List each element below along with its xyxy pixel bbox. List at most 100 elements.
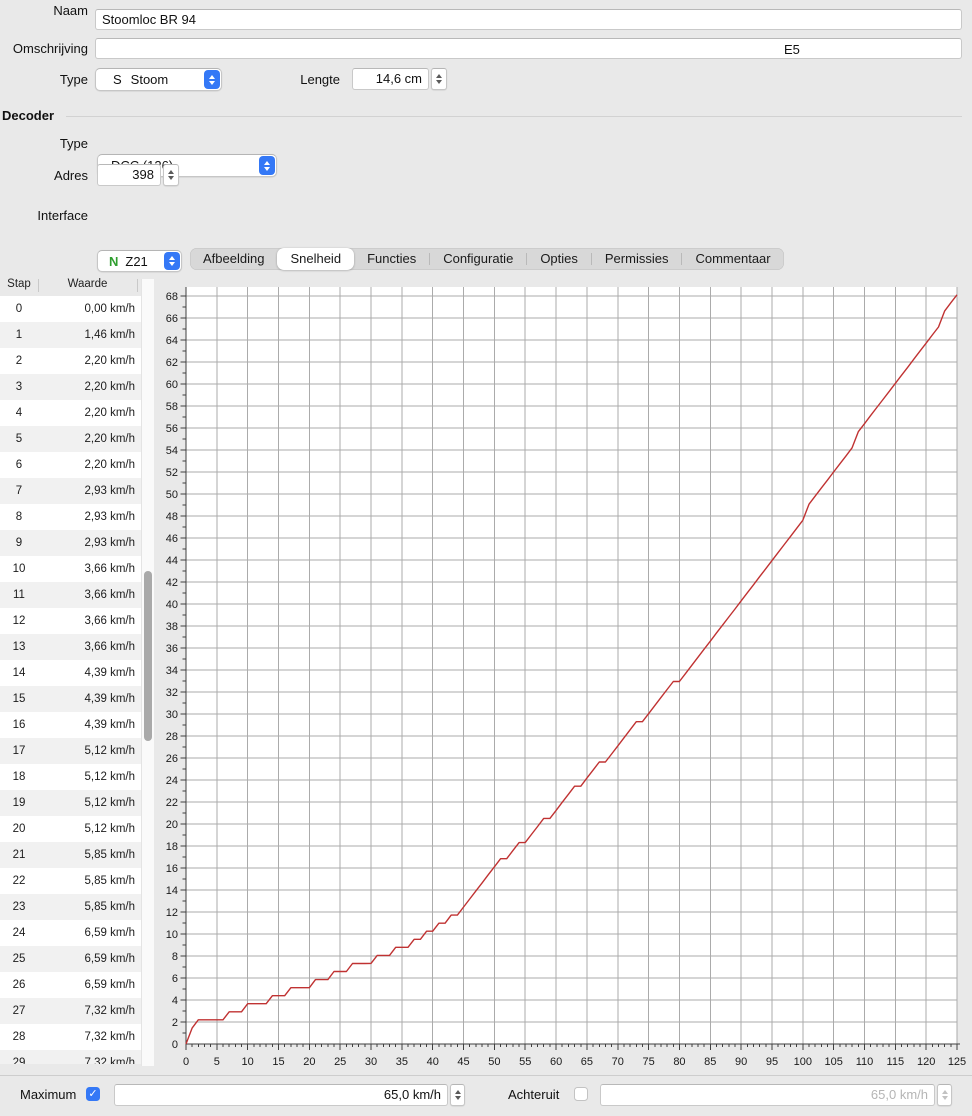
table-row[interactable]: 154,39 km/h: [0, 686, 141, 712]
table-row[interactable]: 185,12 km/h: [0, 764, 141, 790]
table-row[interactable]: 32,20 km/h: [0, 374, 141, 400]
achteruit-field: 65,0 km/h: [600, 1084, 935, 1106]
value-cell: 3,66 km/h: [38, 563, 141, 575]
maximum-label: Maximum: [20, 1087, 76, 1102]
lengte-label: Lengte: [262, 69, 340, 90]
lengte-field[interactable]: 14,6 cm: [352, 68, 429, 90]
naam-value: Stoomloc BR 94: [102, 12, 196, 27]
step-cell: 8: [0, 511, 38, 523]
step-cell: 7: [0, 485, 38, 497]
table-row[interactable]: 103,66 km/h: [0, 556, 141, 582]
decoder-type-label: Type: [0, 133, 88, 154]
table-row[interactable]: 164,39 km/h: [0, 712, 141, 738]
table-row[interactable]: 11,46 km/h: [0, 322, 141, 348]
stepper-down-icon: [436, 80, 442, 84]
interface-name: Z21: [118, 254, 147, 269]
table-row[interactable]: 225,85 km/h: [0, 868, 141, 894]
tab-afbeelding[interactable]: Afbeelding: [190, 248, 277, 270]
table-row[interactable]: 235,85 km/h: [0, 894, 141, 920]
omschrijving-value: E5: [784, 40, 800, 59]
speed-curve-chart[interactable]: 0246810121416182022242628303234363840424…: [160, 278, 972, 1075]
table-row[interactable]: 133,66 km/h: [0, 634, 141, 660]
interface-dropdown[interactable]: N Z21: [97, 250, 182, 272]
table-row[interactable]: 256,59 km/h: [0, 946, 141, 972]
step-cell: 29: [0, 1057, 38, 1064]
value-cell: 5,12 km/h: [38, 823, 141, 835]
value-cell: 6,59 km/h: [38, 979, 141, 991]
table-row[interactable]: 72,93 km/h: [0, 478, 141, 504]
decoder-divider: [66, 116, 962, 117]
naam-label: Naam: [0, 0, 88, 21]
lengte-stepper[interactable]: [431, 68, 447, 90]
svg-text:10: 10: [242, 1056, 254, 1068]
naam-field[interactable]: Stoomloc BR 94: [95, 9, 962, 30]
step-cell: 20: [0, 823, 38, 835]
tab-configuratie[interactable]: Configuratie: [430, 248, 526, 270]
step-cell: 11: [0, 589, 38, 601]
table-row[interactable]: 52,20 km/h: [0, 426, 141, 452]
value-cell: 2,93 km/h: [38, 511, 141, 523]
value-cell: 5,12 km/h: [38, 771, 141, 783]
table-scrollbar-thumb[interactable]: [144, 571, 152, 741]
table-row[interactable]: 277,32 km/h: [0, 998, 141, 1024]
table-row[interactable]: 123,66 km/h: [0, 608, 141, 634]
svg-text:14: 14: [166, 885, 178, 897]
table-row[interactable]: 113,66 km/h: [0, 582, 141, 608]
table-row[interactable]: 00,00 km/h: [0, 296, 141, 322]
step-cell: 14: [0, 667, 38, 679]
achteruit-checkbox[interactable]: [574, 1087, 588, 1101]
stepper-down-icon: [168, 176, 174, 180]
table-row[interactable]: 42,20 km/h: [0, 400, 141, 426]
loc-type-dropdown[interactable]: S Stoom: [95, 68, 222, 91]
table-row[interactable]: 205,12 km/h: [0, 816, 141, 842]
table-row[interactable]: 297,32 km/h: [0, 1050, 141, 1064]
table-row[interactable]: 22,20 km/h: [0, 348, 141, 374]
value-cell: 3,66 km/h: [38, 641, 141, 653]
step-cell: 28: [0, 1031, 38, 1043]
table-row[interactable]: 175,12 km/h: [0, 738, 141, 764]
value-cell: 5,12 km/h: [38, 797, 141, 809]
maximum-stepper[interactable]: [450, 1084, 465, 1106]
value-cell: 5,12 km/h: [38, 745, 141, 757]
footer-bar: Maximum ✓ 65,0 km/h Achteruit 65,0 km/h: [0, 1075, 972, 1116]
lengte-value: 14,6 cm: [376, 71, 422, 86]
table-row[interactable]: 215,85 km/h: [0, 842, 141, 868]
value-cell: 4,39 km/h: [38, 719, 141, 731]
maximum-field[interactable]: 65,0 km/h: [114, 1084, 448, 1106]
svg-text:28: 28: [166, 731, 178, 743]
tab-opties[interactable]: Opties: [527, 248, 591, 270]
svg-text:75: 75: [642, 1056, 654, 1068]
column-header-stap[interactable]: Stap: [0, 278, 38, 290]
svg-text:60: 60: [550, 1056, 562, 1068]
table-row[interactable]: 82,93 km/h: [0, 504, 141, 530]
table-row[interactable]: 62,20 km/h: [0, 452, 141, 478]
svg-text:18: 18: [166, 841, 178, 853]
tab-snelheid[interactable]: Snelheid: [277, 248, 354, 270]
svg-text:2: 2: [172, 1017, 178, 1029]
table-row[interactable]: 195,12 km/h: [0, 790, 141, 816]
svg-text:38: 38: [166, 621, 178, 633]
svg-text:68: 68: [166, 291, 178, 303]
omschrijving-field[interactable]: E5: [95, 38, 962, 59]
adres-stepper[interactable]: [163, 164, 179, 186]
maximum-checkbox[interactable]: ✓: [86, 1087, 100, 1101]
table-row[interactable]: 144,39 km/h: [0, 660, 141, 686]
table-row[interactable]: 246,59 km/h: [0, 920, 141, 946]
svg-text:100: 100: [794, 1056, 812, 1068]
stepper-up-icon: [455, 1090, 461, 1094]
step-cell: 18: [0, 771, 38, 783]
step-cell: 26: [0, 979, 38, 991]
table-row[interactable]: 266,59 km/h: [0, 972, 141, 998]
table-row[interactable]: 287,32 km/h: [0, 1024, 141, 1050]
adres-field[interactable]: 398: [97, 164, 161, 186]
value-cell: 5,85 km/h: [38, 875, 141, 887]
tab-functies[interactable]: Functies: [354, 248, 429, 270]
tab-permissies[interactable]: Permissies: [592, 248, 682, 270]
tab-commentaar[interactable]: Commentaar: [682, 248, 783, 270]
svg-text:50: 50: [488, 1056, 500, 1068]
svg-text:120: 120: [917, 1056, 935, 1068]
column-header-waarde[interactable]: Waarde: [38, 278, 137, 290]
adres-value: 398: [132, 167, 154, 182]
table-row[interactable]: 92,93 km/h: [0, 530, 141, 556]
table-scrollbar-track[interactable]: [141, 279, 154, 1066]
